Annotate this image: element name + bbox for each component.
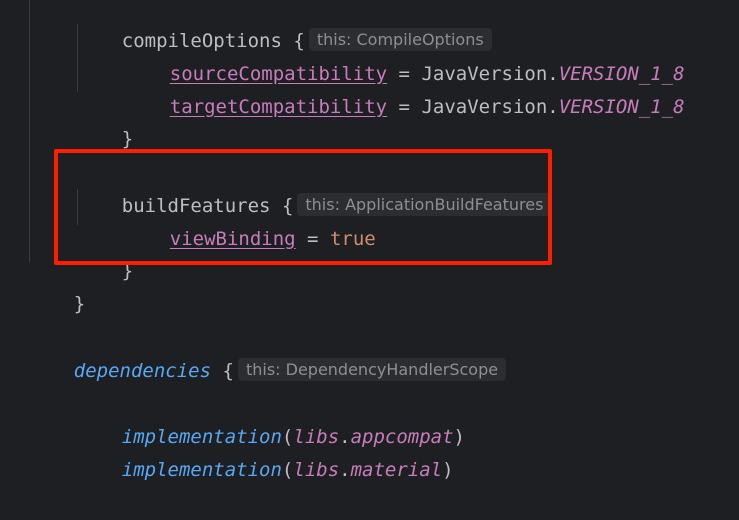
function-call[interactable]: dependencies	[74, 360, 211, 382]
code-line-implementation-material[interactable]: implementation(libs.material)	[76, 421, 454, 481]
open-brace: {	[222, 360, 234, 382]
code-line-implementation-appcompat[interactable]: implementation(libs.appcompat)	[76, 388, 465, 448]
function-call[interactable]: implementation	[122, 459, 282, 481]
close-paren: )	[453, 426, 465, 448]
indent-guide	[29, 0, 30, 262]
close-paren: )	[442, 459, 454, 481]
close-brace: }	[121, 128, 134, 150]
class-ref: JavaVersion.	[421, 96, 559, 118]
code-line-close-brace[interactable]: }	[76, 90, 133, 150]
code-line-source-compatibility[interactable]: sourceCompatibility = JavaVersion.VERSIO…	[124, 25, 685, 85]
constant: VERSION_1_8	[558, 96, 685, 118]
library-item[interactable]: material	[351, 459, 443, 481]
code-line-dependencies[interactable]: dependencies {this: DependencyHandlerSco…	[28, 322, 507, 382]
code-line-compile-options[interactable]: compileOptions {this: CompileOptions	[76, 0, 492, 52]
open-paren: (	[281, 459, 294, 481]
highlight-box	[54, 149, 552, 265]
operator: =	[387, 96, 422, 118]
dot: .	[339, 459, 351, 481]
inlay-hint: this: DependencyHandlerScope	[237, 358, 507, 381]
libs-ref: libs	[293, 459, 340, 481]
code-line-target-compatibility[interactable]: targetCompatibility = JavaVersion.VERSIO…	[124, 58, 685, 118]
property-name[interactable]: targetCompatibility	[170, 96, 387, 118]
close-brace: }	[73, 293, 86, 315]
code-editor[interactable]: compileOptions {this: CompileOptions sou…	[0, 0, 739, 481]
